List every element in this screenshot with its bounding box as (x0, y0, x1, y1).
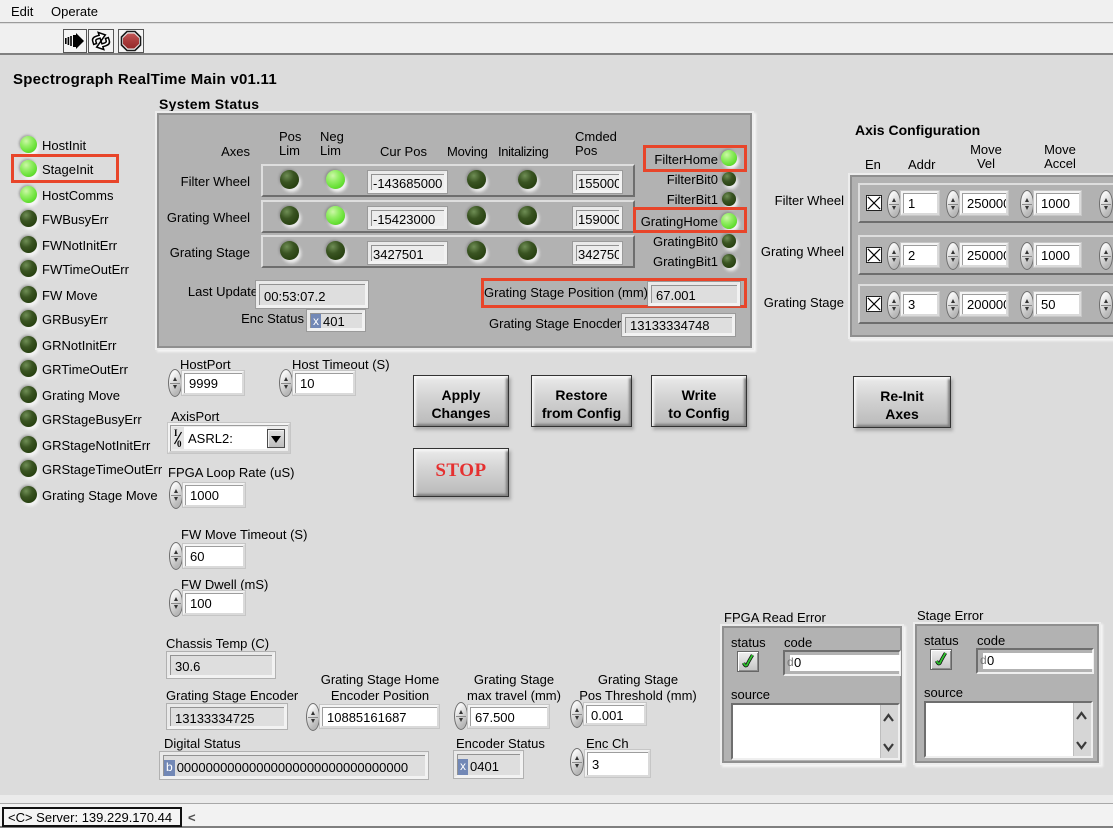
svg-text:0: 0 (177, 439, 182, 449)
svg-text:I: I (174, 428, 178, 438)
